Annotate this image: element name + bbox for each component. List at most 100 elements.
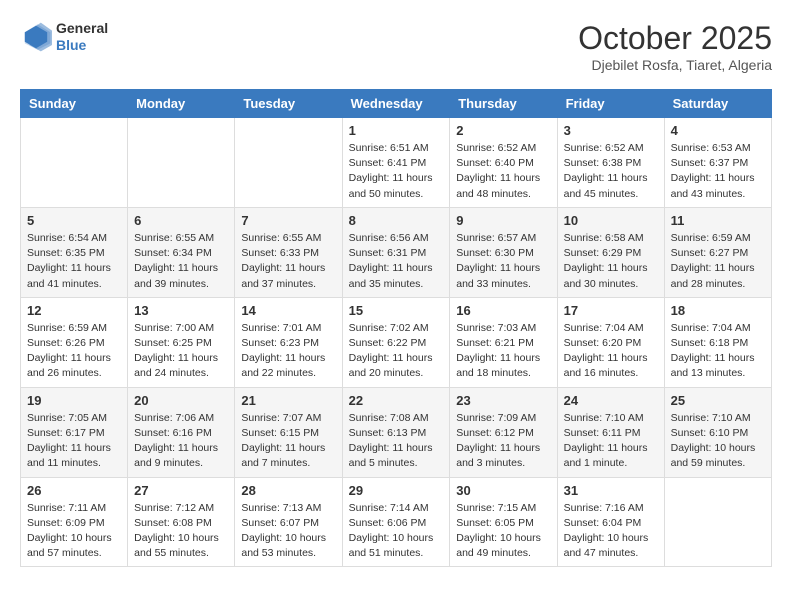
subtitle: Djebilet Rosfa, Tiaret, Algeria — [578, 57, 772, 73]
week-row-4: 19 Sunrise: 7:05 AM Sunset: 6:17 PM Dayli… — [21, 387, 772, 477]
calendar-cell: 1 Sunrise: 6:51 AM Sunset: 6:41 PM Daylig… — [342, 118, 450, 208]
day-info: Sunrise: 7:07 AM Sunset: 6:15 PM Dayligh… — [241, 411, 335, 472]
day-number: 1 — [349, 123, 444, 138]
calendar-cell: 2Sunrise: 6:52 AM Sunset: 6:40 PM Daylig… — [450, 118, 557, 208]
calendar-cell: 8 Sunrise: 6:56 AM Sunset: 6:31 PM Daylig… — [342, 207, 450, 297]
logo-line2: Blue — [56, 37, 108, 54]
logo: General Blue — [20, 20, 108, 54]
logo-icon — [20, 21, 52, 53]
calendar-cell: 3Sunrise: 6:52 AM Sunset: 6:38 PM Daylig… — [557, 118, 664, 208]
calendar-cell: 9Sunrise: 6:57 AM Sunset: 6:30 PM Daylig… — [450, 207, 557, 297]
calendar-cell — [21, 118, 128, 208]
calendar-cell: 28Sunrise: 7:13 AM Sunset: 6:07 PM Dayli… — [235, 477, 342, 567]
day-info: Sunrise: 7:10 AM Sunset: 6:11 PM Dayligh… — [564, 411, 658, 472]
day-info: Sunrise: 7:05 AM Sunset: 6:17 PM Dayligh… — [27, 411, 121, 472]
day-info: Sunrise: 6:51 AM Sunset: 6:41 PM Dayligh… — [349, 141, 444, 202]
header-monday: Monday — [128, 90, 235, 118]
calendar-cell — [128, 118, 235, 208]
calendar-table: SundayMondayTuesdayWednesdayThursdayFrid… — [20, 89, 772, 567]
day-info: Sunrise: 6:55 AM Sunset: 6:34 PM Dayligh… — [134, 231, 228, 292]
day-number: 29 — [349, 483, 444, 498]
day-number: 8 — [349, 213, 444, 228]
day-info: Sunrise: 6:55 AM Sunset: 6:33 PM Dayligh… — [241, 231, 335, 292]
day-info: Sunrise: 7:00 AM Sunset: 6:25 PM Dayligh… — [134, 321, 228, 382]
day-number: 19 — [27, 393, 121, 408]
header-sunday: Sunday — [21, 90, 128, 118]
calendar-cell: 18 Sunrise: 7:04 AM Sunset: 6:18 PM Dayli… — [664, 297, 771, 387]
calendar-cell — [664, 477, 771, 567]
calendar-cell: 27 Sunrise: 7:12 AM Sunset: 6:08 PM Dayli… — [128, 477, 235, 567]
day-info: Sunrise: 7:03 AM Sunset: 6:21 PM Dayligh… — [456, 321, 550, 382]
calendar-cell: 30 Sunrise: 7:15 AM Sunset: 6:05 PM Dayli… — [450, 477, 557, 567]
day-info: Sunrise: 6:58 AM Sunset: 6:29 PM Dayligh… — [564, 231, 658, 292]
day-number: 28 — [241, 483, 335, 498]
day-number: 9 — [456, 213, 550, 228]
week-row-1: 1 Sunrise: 6:51 AM Sunset: 6:41 PM Daylig… — [21, 118, 772, 208]
day-info: Sunrise: 6:52 AM Sunset: 6:38 PM Dayligh… — [564, 141, 658, 202]
title-block: October 2025 Djebilet Rosfa, Tiaret, Alg… — [578, 20, 772, 73]
calendar-cell: 4Sunrise: 6:53 AM Sunset: 6:37 PM Daylig… — [664, 118, 771, 208]
calendar-cell: 22 Sunrise: 7:08 AM Sunset: 6:13 PM Dayli… — [342, 387, 450, 477]
day-number: 5 — [27, 213, 121, 228]
day-number: 25 — [671, 393, 765, 408]
day-number: 27 — [134, 483, 228, 498]
header-tuesday: Tuesday — [235, 90, 342, 118]
day-number: 22 — [349, 393, 444, 408]
calendar-cell: 12 Sunrise: 6:59 AM Sunset: 6:26 PM Dayli… — [21, 297, 128, 387]
calendar-header-row: SundayMondayTuesdayWednesdayThursdayFrid… — [21, 90, 772, 118]
day-info: Sunrise: 7:10 AM Sunset: 6:10 PM Dayligh… — [671, 411, 765, 472]
day-number: 24 — [564, 393, 658, 408]
page-header: General Blue October 2025 Djebilet Rosfa… — [20, 20, 772, 73]
calendar-cell: 29 Sunrise: 7:14 AM Sunset: 6:06 PM Dayli… — [342, 477, 450, 567]
calendar-cell: 25 Sunrise: 7:10 AM Sunset: 6:10 PM Dayli… — [664, 387, 771, 477]
day-number: 23 — [456, 393, 550, 408]
day-number: 10 — [564, 213, 658, 228]
month-title: October 2025 — [578, 20, 772, 57]
day-info: Sunrise: 7:02 AM Sunset: 6:22 PM Dayligh… — [349, 321, 444, 382]
calendar-cell: 15 Sunrise: 7:02 AM Sunset: 6:22 PM Dayli… — [342, 297, 450, 387]
day-number: 18 — [671, 303, 765, 318]
calendar-cell: 21Sunrise: 7:07 AM Sunset: 6:15 PM Dayli… — [235, 387, 342, 477]
day-number: 30 — [456, 483, 550, 498]
day-number: 12 — [27, 303, 121, 318]
logo-text: General Blue — [56, 20, 108, 54]
day-info: Sunrise: 7:12 AM Sunset: 6:08 PM Dayligh… — [134, 501, 228, 562]
day-number: 6 — [134, 213, 228, 228]
day-info: Sunrise: 7:06 AM Sunset: 6:16 PM Dayligh… — [134, 411, 228, 472]
calendar-cell: 31Sunrise: 7:16 AM Sunset: 6:04 PM Dayli… — [557, 477, 664, 567]
day-number: 15 — [349, 303, 444, 318]
calendar-cell: 19 Sunrise: 7:05 AM Sunset: 6:17 PM Dayli… — [21, 387, 128, 477]
day-info: Sunrise: 7:09 AM Sunset: 6:12 PM Dayligh… — [456, 411, 550, 472]
day-number: 26 — [27, 483, 121, 498]
calendar-cell: 14 Sunrise: 7:01 AM Sunset: 6:23 PM Dayli… — [235, 297, 342, 387]
day-info: Sunrise: 6:59 AM Sunset: 6:26 PM Dayligh… — [27, 321, 121, 382]
calendar-cell: 5 Sunrise: 6:54 AM Sunset: 6:35 PM Daylig… — [21, 207, 128, 297]
calendar-cell: 10 Sunrise: 6:58 AM Sunset: 6:29 PM Dayli… — [557, 207, 664, 297]
week-row-5: 26 Sunrise: 7:11 AM Sunset: 6:09 PM Dayli… — [21, 477, 772, 567]
calendar-cell: 6 Sunrise: 6:55 AM Sunset: 6:34 PM Daylig… — [128, 207, 235, 297]
day-number: 7 — [241, 213, 335, 228]
calendar-cell: 20 Sunrise: 7:06 AM Sunset: 6:16 PM Dayli… — [128, 387, 235, 477]
day-info: Sunrise: 7:11 AM Sunset: 6:09 PM Dayligh… — [27, 501, 121, 562]
day-info: Sunrise: 7:15 AM Sunset: 6:05 PM Dayligh… — [456, 501, 550, 562]
day-info: Sunrise: 6:59 AM Sunset: 6:27 PM Dayligh… — [671, 231, 765, 292]
day-number: 14 — [241, 303, 335, 318]
day-info: Sunrise: 7:04 AM Sunset: 6:20 PM Dayligh… — [564, 321, 658, 382]
week-row-2: 5 Sunrise: 6:54 AM Sunset: 6:35 PM Daylig… — [21, 207, 772, 297]
calendar-cell: 16Sunrise: 7:03 AM Sunset: 6:21 PM Dayli… — [450, 297, 557, 387]
calendar-cell — [235, 118, 342, 208]
day-info: Sunrise: 7:01 AM Sunset: 6:23 PM Dayligh… — [241, 321, 335, 382]
calendar-cell: 17Sunrise: 7:04 AM Sunset: 6:20 PM Dayli… — [557, 297, 664, 387]
day-info: Sunrise: 6:56 AM Sunset: 6:31 PM Dayligh… — [349, 231, 444, 292]
calendar-cell: 24 Sunrise: 7:10 AM Sunset: 6:11 PM Dayli… — [557, 387, 664, 477]
day-info: Sunrise: 7:14 AM Sunset: 6:06 PM Dayligh… — [349, 501, 444, 562]
week-row-3: 12 Sunrise: 6:59 AM Sunset: 6:26 PM Dayli… — [21, 297, 772, 387]
day-number: 2 — [456, 123, 550, 138]
day-number: 4 — [671, 123, 765, 138]
day-info: Sunrise: 6:54 AM Sunset: 6:35 PM Dayligh… — [27, 231, 121, 292]
day-number: 20 — [134, 393, 228, 408]
day-info: Sunrise: 7:04 AM Sunset: 6:18 PM Dayligh… — [671, 321, 765, 382]
header-saturday: Saturday — [664, 90, 771, 118]
day-info: Sunrise: 7:08 AM Sunset: 6:13 PM Dayligh… — [349, 411, 444, 472]
calendar-cell: 7 Sunrise: 6:55 AM Sunset: 6:33 PM Daylig… — [235, 207, 342, 297]
